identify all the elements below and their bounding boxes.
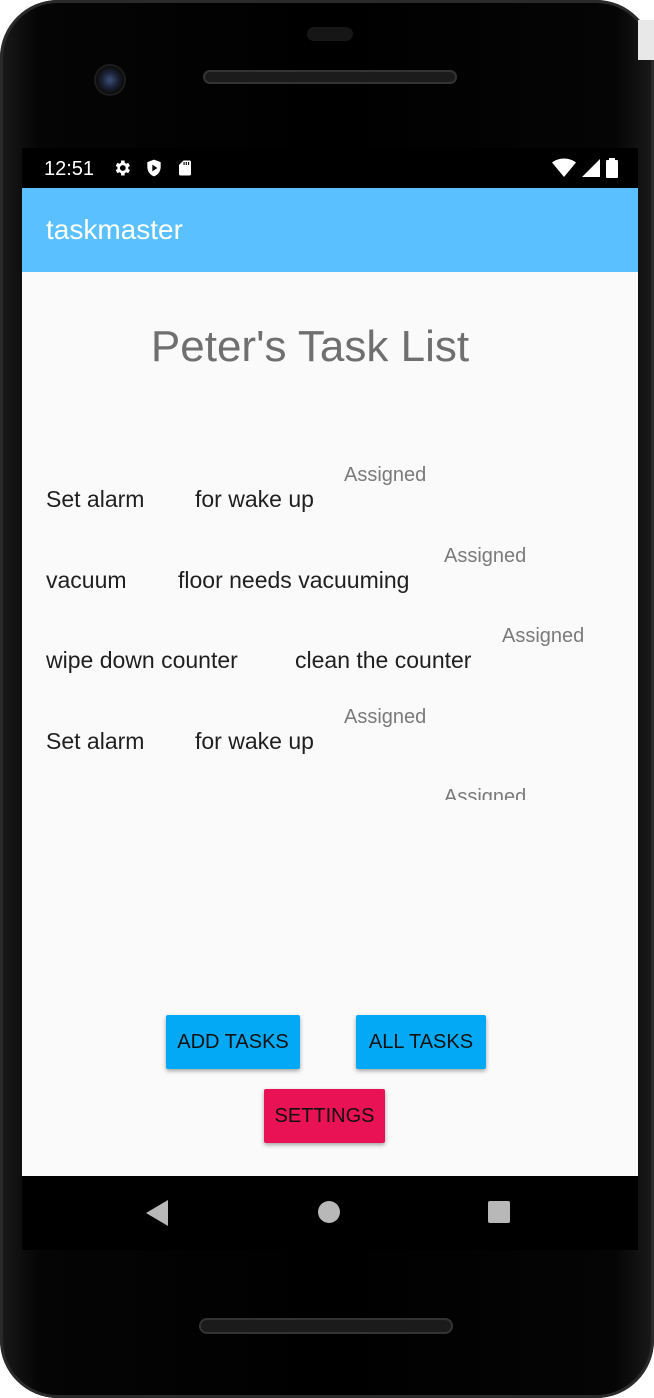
status-icons-left bbox=[112, 158, 194, 178]
task-row[interactable]: wipe down counter clean the counter Assi… bbox=[22, 609, 638, 690]
phone-frame: 12:51 taskmaster Peter's Task List Set a… bbox=[0, 0, 654, 1398]
app-title: taskmaster bbox=[46, 214, 183, 245]
status-icons-right bbox=[552, 158, 618, 178]
task-title: Set alarm bbox=[46, 727, 145, 754]
sd-card-icon bbox=[179, 160, 191, 176]
battery-icon bbox=[606, 158, 618, 178]
task-body: for wake up bbox=[195, 486, 314, 512]
screen: 12:51 taskmaster Peter's Task List Set a… bbox=[22, 148, 638, 1176]
task-state: Assigned bbox=[344, 705, 427, 728]
app-bar: taskmaster bbox=[22, 188, 638, 272]
page-title: Peter's Task List bbox=[150, 322, 470, 371]
task-list[interactable]: Set alarm for wake up Assigned vacuum fl… bbox=[22, 448, 638, 800]
status-bar: 12:51 bbox=[22, 148, 638, 188]
task-title: Set alarm bbox=[46, 486, 145, 512]
shield-play-icon bbox=[147, 159, 161, 177]
top-speaker-grille bbox=[203, 70, 457, 84]
all-tasks-button[interactable]: ALL TASKS bbox=[356, 1015, 486, 1069]
front-camera bbox=[96, 66, 124, 94]
bottom-speaker-grille bbox=[199, 1318, 453, 1334]
home-icon[interactable] bbox=[318, 1201, 340, 1223]
task-row[interactable]: vacuum floor needs vacuuming Assigned bbox=[22, 529, 638, 610]
task-title: vacuum bbox=[46, 566, 127, 593]
task-title: wipe down counter bbox=[46, 647, 238, 673]
task-state: Assigned bbox=[344, 464, 427, 486]
navigation-bar bbox=[22, 1176, 638, 1250]
recents-icon[interactable] bbox=[488, 1201, 510, 1223]
wifi-icon bbox=[552, 158, 576, 177]
settings-button[interactable]: SETTINGS bbox=[264, 1089, 385, 1143]
task-state: Assigned bbox=[444, 544, 527, 567]
task-state: Assigned bbox=[502, 625, 585, 647]
add-tasks-button[interactable]: ADD TASKS bbox=[166, 1015, 300, 1069]
back-icon[interactable] bbox=[146, 1200, 168, 1226]
task-body: for wake up bbox=[195, 727, 314, 754]
signal-icon bbox=[582, 159, 600, 177]
status-time: 12:51 bbox=[44, 158, 95, 180]
gear-icon bbox=[115, 160, 130, 176]
task-body: clean the counter bbox=[295, 647, 472, 673]
task-row[interactable]: Set alarm for wake up Assigned bbox=[22, 448, 638, 529]
task-state: Assigned bbox=[444, 786, 527, 800]
task-row[interactable]: Assigned bbox=[22, 770, 638, 800]
earpiece-sensor bbox=[307, 27, 353, 41]
task-body: floor needs vacuuming bbox=[178, 566, 410, 593]
task-row[interactable]: Set alarm for wake up Assigned bbox=[22, 690, 638, 771]
